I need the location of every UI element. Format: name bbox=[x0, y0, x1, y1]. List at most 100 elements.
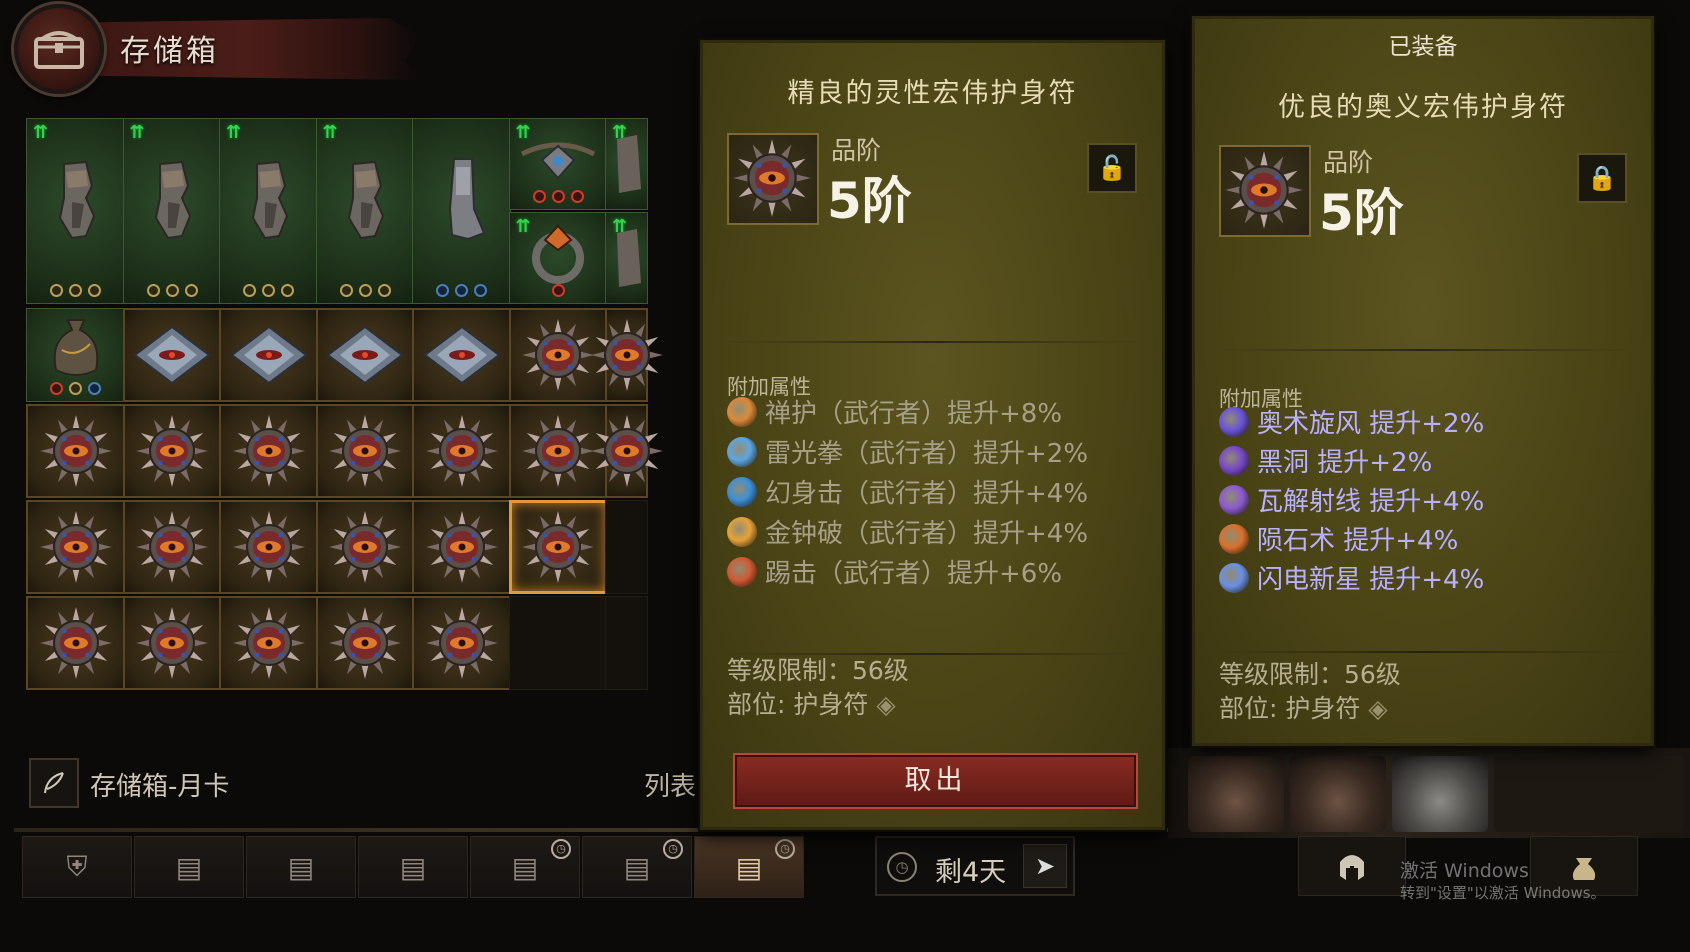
tier-value: 5阶 bbox=[1319, 184, 1404, 242]
affix-line: 幻身击（武行者）提升+4% bbox=[727, 473, 1088, 510]
helmet-icon bbox=[1340, 855, 1364, 880]
socket-icon bbox=[69, 284, 82, 297]
stash-item-gloves[interactable]: ⇈ bbox=[26, 118, 125, 304]
stash-item-talisman[interactable] bbox=[412, 500, 511, 594]
equipment-slot[interactable] bbox=[1290, 756, 1386, 832]
stash-item-talisman[interactable] bbox=[590, 308, 663, 402]
skill-icon bbox=[727, 556, 757, 587]
affix-line: 金钟破（武行者）提升+4% bbox=[727, 513, 1088, 550]
stash-item-talisman[interactable] bbox=[26, 404, 125, 498]
item-slot: 部位: 护身符 ◈ bbox=[727, 690, 896, 719]
stash-item-talisman[interactable] bbox=[219, 404, 318, 498]
stash-item-talisman[interactable] bbox=[26, 500, 125, 594]
socket-row bbox=[317, 284, 414, 297]
item-tooltip-hovered: 精良的灵性宏伟护身符 品阶 5阶 🔓 附加属性 禅护（武行者）提升+8% 雷光拳（… bbox=[700, 40, 1165, 830]
chest-icon: ▤ bbox=[287, 850, 315, 884]
socket-icon bbox=[474, 284, 487, 297]
socket-icon bbox=[551, 190, 565, 203]
upgrade-arrow-icon: ⇈ bbox=[515, 122, 531, 143]
socket-icon bbox=[377, 284, 391, 297]
stash-empty-slot[interactable] bbox=[605, 596, 648, 690]
stash-empty-slot[interactable] bbox=[605, 500, 648, 594]
upgrade-arrow-icon: ⇈ bbox=[33, 122, 48, 143]
affix-line: 陨石术 提升+4% bbox=[1219, 520, 1458, 557]
stash-item-talisman[interactable] bbox=[412, 596, 511, 690]
divider bbox=[1215, 349, 1631, 351]
clock-icon: ◷ bbox=[775, 839, 795, 859]
socket-row bbox=[27, 382, 124, 395]
stash-item-talisman[interactable] bbox=[219, 596, 318, 690]
stash-item-talisman[interactable] bbox=[122, 404, 222, 498]
upgrade-arrow-icon: ⇈ bbox=[226, 122, 241, 143]
feather-icon[interactable] bbox=[29, 758, 79, 808]
item-name: 优良的奥义宏伟护身符 bbox=[1278, 92, 1568, 123]
stash-item-partial[interactable]: ⇈ bbox=[605, 118, 648, 210]
socket-icon bbox=[165, 284, 179, 297]
time-remaining-text: 剩4天 bbox=[935, 857, 1007, 888]
stash-item-gem[interactable] bbox=[412, 308, 511, 402]
upgrade-arrow-icon: ⇈ bbox=[612, 122, 627, 143]
affix-text: 金钟破（武行者）提升+4% bbox=[765, 519, 1089, 549]
stash-item-pouch[interactable] bbox=[26, 308, 125, 402]
equipment-slot[interactable] bbox=[1588, 756, 1684, 832]
chest-icon: ▤ bbox=[175, 850, 203, 884]
stash-item-talisman[interactable] bbox=[122, 500, 222, 594]
equipment-slot[interactable] bbox=[1188, 756, 1284, 832]
stash-item-talisman[interactable] bbox=[508, 500, 608, 594]
stash-item-ring[interactable]: ⇈ bbox=[508, 212, 608, 305]
stash-item-partial[interactable]: ⇈ bbox=[605, 212, 648, 305]
stash-item-talisman[interactable] bbox=[590, 404, 663, 498]
stash-item-talisman[interactable] bbox=[315, 404, 415, 498]
skill-icon bbox=[727, 396, 757, 427]
stash-item-talisman[interactable] bbox=[219, 500, 318, 594]
stash-tab-7[interactable]: ▤ ◷ bbox=[694, 836, 804, 898]
upgrade-arrow-icon: ⇈ bbox=[612, 216, 627, 238]
stash-tab-3[interactable]: ▤ bbox=[246, 836, 356, 898]
equipment-slot[interactable] bbox=[1494, 756, 1590, 832]
helmet-tab[interactable] bbox=[1298, 836, 1406, 896]
affix-text: 禅护（武行者）提升+8% bbox=[765, 399, 1063, 429]
stash-name-label: 存储箱-月卡 bbox=[90, 772, 230, 802]
socket-icon bbox=[358, 284, 372, 297]
send-button[interactable]: ➤ bbox=[1023, 844, 1067, 888]
stash-item-gem[interactable] bbox=[315, 308, 415, 402]
take-out-button[interactable]: 取出 bbox=[733, 753, 1138, 809]
socket-row bbox=[27, 284, 124, 297]
affix-line: 禅护（武行者）提升+8% bbox=[727, 393, 1062, 430]
equipment-slot[interactable] bbox=[1392, 756, 1488, 832]
upgrade-arrow-icon: ⇈ bbox=[129, 122, 145, 143]
stash-tab-2[interactable]: ▤ bbox=[134, 836, 244, 898]
stash-item-amulet-small[interactable]: ⇈ bbox=[508, 118, 608, 210]
upgrade-arrow-icon: ⇈ bbox=[322, 122, 338, 143]
stash-empty-slot[interactable] bbox=[508, 596, 608, 690]
affix-text: 闪电新星 提升+4% bbox=[1257, 565, 1485, 595]
affix-text: 瓦解射线 提升+4% bbox=[1257, 487, 1485, 517]
stash-item-talisman[interactable] bbox=[122, 596, 222, 690]
socket-icon bbox=[339, 284, 353, 297]
stash-item-talisman[interactable] bbox=[315, 500, 415, 594]
stash-item-gem[interactable] bbox=[219, 308, 318, 402]
list-view-toggle[interactable]: 列表 bbox=[644, 766, 696, 803]
skill-icon bbox=[1219, 445, 1249, 476]
socket-row bbox=[510, 190, 607, 203]
stash-item-talisman[interactable] bbox=[315, 596, 415, 690]
activation-watermark-sub: 转到"设置"以激活 Windows。 bbox=[1400, 884, 1606, 902]
socket-icon bbox=[262, 284, 275, 297]
stash-item-talisman[interactable] bbox=[26, 596, 125, 690]
lock-icon[interactable]: 🔒 bbox=[1577, 153, 1627, 203]
stash-tab-1[interactable]: ⛨ bbox=[22, 836, 132, 898]
stash-tab-4[interactable]: ▤ bbox=[358, 836, 468, 898]
stash-tab-6[interactable]: ▤ ◷ bbox=[582, 836, 692, 898]
clock-icon: ◷ bbox=[887, 852, 917, 882]
item-slot: 部位: 护身符 ◈ bbox=[1219, 694, 1388, 723]
skill-icon bbox=[1219, 406, 1249, 437]
socket-icon bbox=[243, 284, 256, 297]
stash-item-talisman[interactable] bbox=[412, 404, 511, 498]
stash-item-gem[interactable] bbox=[122, 308, 222, 402]
stash-item-gloves[interactable]: ⇈ bbox=[315, 118, 415, 304]
stash-item-gloves[interactable]: ⇈ bbox=[219, 118, 318, 304]
stash-tab-5[interactable]: ▤ ◷ bbox=[470, 836, 580, 898]
stash-item-gloves[interactable]: ⇈ bbox=[122, 118, 222, 304]
stash-item-boots[interactable] bbox=[412, 118, 511, 304]
unlock-icon[interactable]: 🔓 bbox=[1087, 143, 1137, 193]
